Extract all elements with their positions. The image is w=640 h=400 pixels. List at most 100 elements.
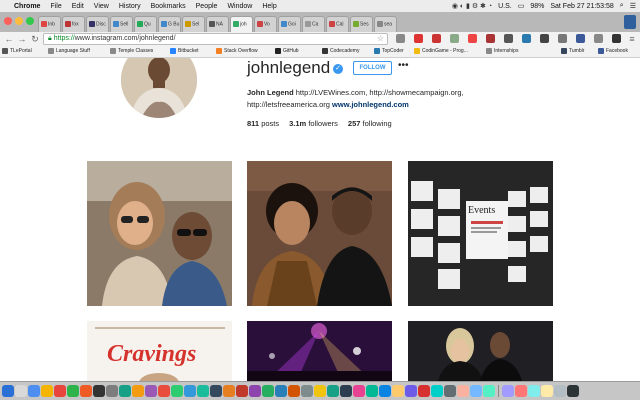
profile-avatar[interactable] — [121, 58, 197, 118]
browser-tab[interactable]: Sel — [182, 16, 205, 32]
dock-app-icon[interactable] — [158, 385, 170, 397]
dock-app-icon[interactable] — [197, 385, 209, 397]
followers-count[interactable]: 3.1m followers — [289, 119, 338, 128]
browser-tab[interactable]: NA — [206, 16, 229, 32]
spotlight-search-icon[interactable]: ⌕ — [620, 2, 624, 10]
dock-app-icon[interactable] — [327, 385, 339, 397]
extension-icon[interactable] — [486, 34, 495, 43]
bookmark-item[interactable]: TopCoder — [374, 48, 404, 54]
back-button[interactable]: ← — [3, 33, 15, 45]
bookmark-item[interactable]: Internships — [486, 48, 518, 54]
dock-app-icon[interactable] — [483, 385, 495, 397]
extension-icon[interactable] — [522, 34, 531, 43]
browser-tab[interactable]: fox — [62, 16, 85, 32]
bookmark-item[interactable]: Codecademy — [322, 48, 359, 54]
dock-app-icon[interactable] — [379, 385, 391, 397]
dock-app-icon[interactable] — [366, 385, 378, 397]
dock-app-icon[interactable] — [288, 385, 300, 397]
bookmark-item[interactable]: Stack Overflow — [216, 48, 258, 54]
dock-app-icon[interactable] — [93, 385, 105, 397]
extension-icon[interactable] — [612, 34, 621, 43]
browser-tab[interactable]: sea — [374, 16, 397, 32]
minimize-window-button[interactable] — [15, 17, 23, 25]
dock-app-icon[interactable] — [340, 385, 352, 397]
following-count[interactable]: 257 following — [348, 119, 392, 128]
browser-tab[interactable]: joh — [230, 16, 253, 32]
dock-app-icon[interactable] — [314, 385, 326, 397]
dock-app-icon[interactable] — [301, 385, 313, 397]
maximize-window-button[interactable] — [26, 17, 34, 25]
dock-app-icon[interactable] — [554, 385, 566, 397]
dock-app-icon[interactable] — [431, 385, 443, 397]
menu-edit[interactable]: Edit — [72, 3, 84, 10]
browser-tab[interactable]: Inb — [38, 16, 61, 32]
dock-app-icon[interactable] — [528, 385, 540, 397]
dock-app-icon[interactable] — [392, 385, 404, 397]
menu-people[interactable]: People — [196, 3, 218, 10]
browser-tab[interactable]: Disc — [86, 16, 109, 32]
dock-app-icon[interactable] — [119, 385, 131, 397]
menu-app-name[interactable]: Chrome — [14, 3, 40, 10]
menu-window[interactable]: Window — [227, 3, 252, 10]
dock-app-icon[interactable] — [457, 385, 469, 397]
browser-tab[interactable]: Sell — [110, 16, 133, 32]
dock-app-icon[interactable] — [541, 385, 553, 397]
dock-app-icon[interactable] — [223, 385, 235, 397]
close-window-button[interactable] — [4, 17, 12, 25]
battery-icon[interactable]: ▭ — [518, 2, 525, 10]
dock-app-icon[interactable] — [184, 385, 196, 397]
profile-icon[interactable] — [624, 15, 636, 29]
dock-app-icon[interactable] — [418, 385, 430, 397]
dock-app-icon[interactable] — [502, 385, 514, 397]
extension-icon[interactable] — [432, 34, 441, 43]
browser-tab[interactable]: Vo — [254, 16, 277, 32]
dock-app-icon[interactable] — [249, 385, 261, 397]
dock-app-icon[interactable] — [515, 385, 527, 397]
reload-button[interactable]: ↻ — [29, 33, 41, 45]
status-icons[interactable]: ◉ ◐ ▮ ⚙ ✱ ◔ — [452, 2, 492, 10]
dock-app-icon[interactable] — [353, 385, 365, 397]
battery-percent[interactable]: 98% — [530, 3, 544, 10]
extension-icon[interactable] — [414, 34, 423, 43]
photo-concert-stage[interactable] — [247, 321, 392, 381]
menu-help[interactable]: Help — [262, 3, 276, 10]
photo-selfie-couple-car[interactable] — [87, 161, 232, 306]
extension-icon[interactable] — [450, 34, 459, 43]
bookmark-item[interactable]: GitHub — [275, 48, 299, 54]
menu-view[interactable]: View — [94, 3, 109, 10]
bookmark-item[interactable]: Facebook — [598, 48, 628, 54]
dock-app-icon[interactable] — [236, 385, 248, 397]
browser-tab[interactable]: Goi — [278, 16, 301, 32]
address-bar[interactable]: 🔒︎ https://www.instagram.com/johnlegend/ … — [43, 33, 388, 45]
dock-app-icon[interactable] — [15, 385, 27, 397]
bookmark-item[interactable]: Tumblr — [561, 48, 584, 54]
dock-app-icon[interactable] — [132, 385, 144, 397]
extension-icon[interactable] — [558, 34, 567, 43]
bookmark-item[interactable]: Temple Classes — [110, 48, 153, 54]
browser-tab[interactable]: Cal — [326, 16, 349, 32]
photo-selfie-fan[interactable] — [247, 161, 392, 306]
extension-icon[interactable] — [504, 34, 513, 43]
photo-events-board[interactable]: Events — [408, 161, 553, 306]
photo-cravings-book[interactable]: Cravings — [87, 321, 232, 381]
dock-app-icon[interactable] — [262, 385, 274, 397]
forward-button[interactable]: → — [16, 33, 28, 45]
browser-tab[interactable]: Ses — [350, 16, 373, 32]
dock-app-icon[interactable] — [210, 385, 222, 397]
dock-app-icon[interactable] — [106, 385, 118, 397]
dock-app-icon[interactable] — [470, 385, 482, 397]
bookmark-item[interactable]: CodinGame - Prog... — [414, 48, 468, 54]
dock-app-icon[interactable] — [54, 385, 66, 397]
bookmark-item[interactable]: TLePortal — [2, 48, 32, 54]
dock-app-icon[interactable] — [171, 385, 183, 397]
menu-file[interactable]: File — [50, 3, 61, 10]
extension-icon[interactable] — [576, 34, 585, 43]
browser-tab[interactable]: G Bu — [158, 16, 181, 32]
extension-icon[interactable] — [396, 34, 405, 43]
dock-app-icon[interactable] — [67, 385, 79, 397]
dock-app-icon[interactable] — [2, 385, 14, 397]
dock-app-icon[interactable] — [275, 385, 287, 397]
notification-center-icon[interactable]: ☰ — [630, 2, 636, 10]
menu-history[interactable]: History — [119, 3, 141, 10]
dock-app-icon[interactable] — [405, 385, 417, 397]
